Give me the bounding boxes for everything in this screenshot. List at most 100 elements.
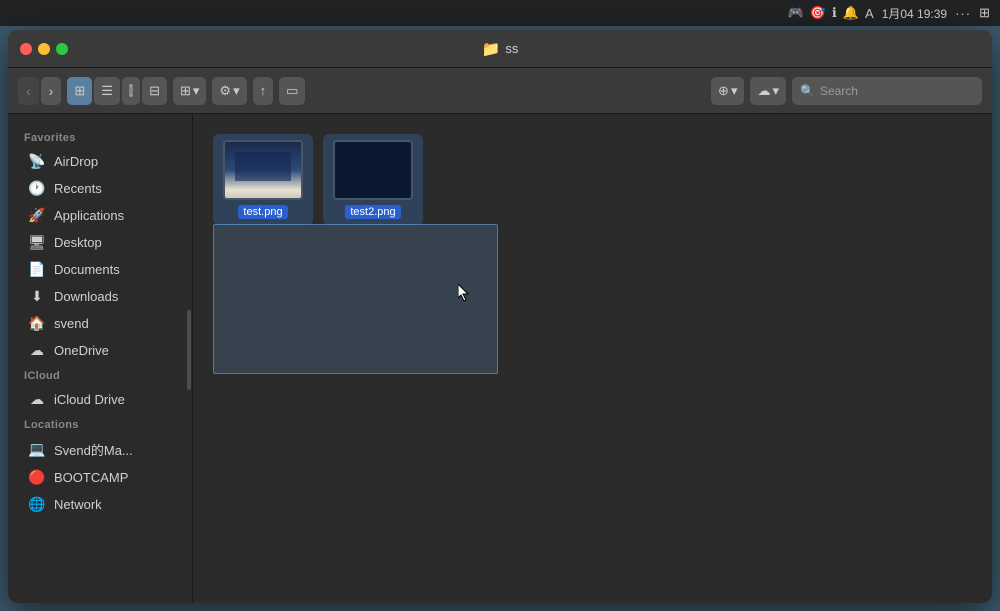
sidebar-item-documents[interactable]: 📄 Documents [12,256,188,283]
menubar-icon-1: 🎮 [788,5,804,21]
file-thumbnail-test1 [223,140,303,200]
file-name-test1: test.png [238,205,287,219]
minimize-button[interactable] [38,43,50,55]
thumb-test2-image [335,142,411,198]
sidebar-item-applications[interactable]: 🚀 Applications [12,202,188,229]
selection-rectangle [213,224,498,374]
onedrive-icon: ☁ [28,342,46,359]
close-button[interactable] [20,43,32,55]
icloud-section-label: iCloud [8,364,192,386]
menubar-grid-icon[interactable]: ⊞ [979,5,990,21]
column-view-button[interactable]: ⫿ [122,77,140,105]
downloads-icon: ⬇ [28,288,46,305]
home-icon: 🏠 [28,315,46,332]
icon-view-button[interactable]: ⊞ [67,77,92,105]
nav-group: ‹ › [18,77,61,105]
sidebar-item-svend-mac-label: Svend的Ma... [54,440,133,459]
content-area: Favorites 📡 AirDrop 🕐 Recents 🚀 Applicat… [8,114,992,603]
sidebar-item-applications-label: Applications [54,208,124,223]
sort-button[interactable]: ⊞ ▾ [173,77,206,105]
sidebar-item-network-label: Network [54,497,102,512]
sidebar-item-icloud-drive-label: iCloud Drive [54,392,125,407]
sidebar-item-network[interactable]: 🌐 Network [12,491,188,518]
sidebar-item-svend-mac[interactable]: 💻 Svend的Ma... [12,435,188,464]
list-view-button[interactable]: ☰ [94,77,120,105]
sidebar-item-airdrop-label: AirDrop [54,154,98,169]
sidebar-item-bootcamp[interactable]: 🔴 BOOTCAMP [12,464,188,491]
menubar-time: 1月04 19:39 [882,5,947,22]
finder-window: 📁 ss ‹ › ⊞ ☰ ⫿ ⊟ ⊞ ▾ ⚙ ▾ ↑ ▭ ⊕ ▾ [8,30,992,603]
menubar-icon-5: A [865,6,874,21]
gear-icon: ⚙ [219,83,231,99]
sidebar-item-recents[interactable]: 🕐 Recents [12,175,188,202]
documents-icon: 📄 [28,261,46,278]
search-input[interactable] [820,84,974,98]
traffic-lights [20,43,68,55]
file-name-test2: test2.png [345,205,400,219]
applications-icon: 🚀 [28,207,46,224]
sidebar-item-downloads[interactable]: ⬇ Downloads [12,283,188,310]
sidebar-item-recents-label: Recents [54,181,102,196]
sort-icon: ⊞ [180,83,191,99]
file-area[interactable]: test.png test2.png [193,114,992,603]
location-chevron: ▾ [731,83,738,99]
network-icon: 🌐 [28,496,46,513]
sidebar-item-desktop[interactable]: 🖥 Desktop [12,229,188,256]
search-icon: 🔍 [800,84,815,98]
share-button[interactable]: ↑ [253,77,274,105]
sidebar-item-onedrive-label: OneDrive [54,343,109,358]
sidebar: Favorites 📡 AirDrop 🕐 Recents 🚀 Applicat… [8,114,193,603]
view-group: ⊞ ☰ ⫿ ⊟ [67,77,167,105]
forward-button[interactable]: › [41,77,62,105]
file-item-test2[interactable]: test2.png [323,134,423,225]
sidebar-item-icloud-drive[interactable]: ☁ iCloud Drive [12,386,188,413]
mac-icon: 💻 [28,441,46,458]
sidebar-scroll-indicator [187,310,191,390]
menubar-status-icons: 🎮 🎯 ℹ 🔔 A [788,5,874,21]
back-button[interactable]: ‹ [18,77,39,105]
icloud-drive-icon: ☁ [28,391,46,408]
maximize-button[interactable] [56,43,68,55]
menubar-icon-3: ℹ [832,5,837,21]
sidebar-item-desktop-label: Desktop [54,235,102,250]
menubar-icon-2: 🎯 [810,5,826,21]
sidebar-item-downloads-label: Downloads [54,289,118,304]
sidebar-item-documents-label: Documents [54,262,120,277]
sidebar-wrapper: Favorites 📡 AirDrop 🕐 Recents 🚀 Applicat… [8,114,193,603]
file-item-test1[interactable]: test.png [213,134,313,225]
airdrop-icon: 📡 [28,153,46,170]
menubar: 🎮 🎯 ℹ 🔔 A 1月04 19:39 ··· ⊞ [0,0,1000,26]
recents-icon: 🕐 [28,180,46,197]
sidebar-item-svend-label: svend [54,316,89,331]
cloud-button[interactable]: ☁ ▾ [750,77,786,105]
titlebar: 📁 ss [8,30,992,68]
toolbar: ‹ › ⊞ ☰ ⫿ ⊟ ⊞ ▾ ⚙ ▾ ↑ ▭ ⊕ ▾ ☁ ▾ 🔍 [8,68,992,114]
menubar-icon-4: 🔔 [843,5,859,21]
sort-chevron: ▾ [193,83,200,99]
bootcamp-icon: 🔴 [28,469,46,486]
window-title: 📁 ss [482,40,519,58]
folder-icon: 📁 [482,40,501,58]
file-thumbnail-test2 [333,140,413,200]
action-button[interactable]: ⚙ ▾ [212,77,246,105]
location-icon: ⊕ [718,83,729,99]
locations-section-label: Locations [8,413,192,435]
action-chevron: ▾ [233,83,240,99]
cloud-chevron: ▾ [772,83,779,99]
sidebar-item-airdrop[interactable]: 📡 AirDrop [12,148,188,175]
tags-button[interactable]: ▭ [279,77,305,105]
cloud-icon: ☁ [757,83,770,99]
favorites-section-label: Favorites [8,126,192,148]
desktop-icon: 🖥 [28,234,46,251]
thumb-test1-image [225,142,301,198]
location-action-button[interactable]: ⊕ ▾ [711,77,744,105]
search-box[interactable]: 🔍 [792,77,982,105]
sidebar-item-onedrive[interactable]: ☁ OneDrive [12,337,188,364]
sidebar-item-svend[interactable]: 🏠 svend [12,310,188,337]
sidebar-item-bootcamp-label: BOOTCAMP [54,470,128,485]
gallery-view-button[interactable]: ⊟ [142,77,167,105]
window-title-text: ss [505,41,518,56]
cursor [458,284,470,307]
file-grid: test.png test2.png [208,129,977,230]
menubar-overflow[interactable]: ··· [955,6,971,21]
